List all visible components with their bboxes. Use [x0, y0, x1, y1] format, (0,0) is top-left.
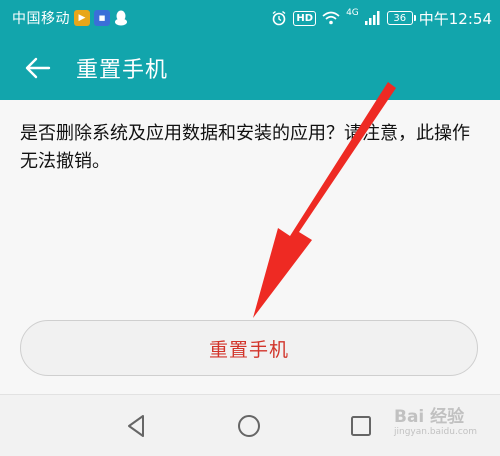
video-app-icon: ▶ — [74, 10, 90, 26]
status-left: 中国移动 ▶ ■ — [12, 8, 128, 28]
back-arrow-icon — [25, 57, 51, 79]
status-bar: 中国移动 ▶ ■ HD 4G 36 中午12:54 — [0, 0, 500, 36]
reset-phone-button[interactable]: 重置手机 — [20, 320, 478, 376]
watermark: Bai 经验 jingyan.baidu.com — [394, 402, 494, 452]
carrier-name: 中国移动 — [12, 11, 70, 27]
nav-home-icon[interactable] — [235, 412, 263, 440]
nav-recent-apps-icon[interactable] — [347, 412, 375, 440]
status-right: HD 4G 36 中午12:54 — [271, 8, 492, 29]
wifi-icon — [322, 11, 340, 25]
reset-warning-message: 是否删除系统及应用数据和安装的应用？请注意，此操作无法撤销。 — [20, 123, 470, 172]
main-content: 是否删除系统及应用数据和安装的应用？请注意，此操作无法撤销。 重置手机 — [0, 100, 500, 394]
battery-level: 36 — [393, 12, 407, 24]
hd-badge: HD — [293, 10, 317, 26]
penguin-icon — [115, 10, 127, 26]
status-time: 中午12:54 — [418, 9, 492, 28]
watermark-url: jingyan.baidu.com — [394, 427, 478, 437]
page-title: 重置手机 — [76, 58, 169, 83]
alarm-icon — [272, 10, 286, 26]
back-button[interactable] — [10, 36, 66, 100]
news-app-icon: ■ — [94, 10, 110, 26]
watermark-text: Bai 经验 — [394, 407, 465, 427]
network-type-label: 4G — [346, 8, 359, 18]
nav-back-icon[interactable] — [123, 412, 151, 440]
signal-icon — [364, 11, 380, 25]
battery-icon: 36 — [386, 11, 416, 25]
app-bar: 重置手机 — [0, 36, 500, 100]
